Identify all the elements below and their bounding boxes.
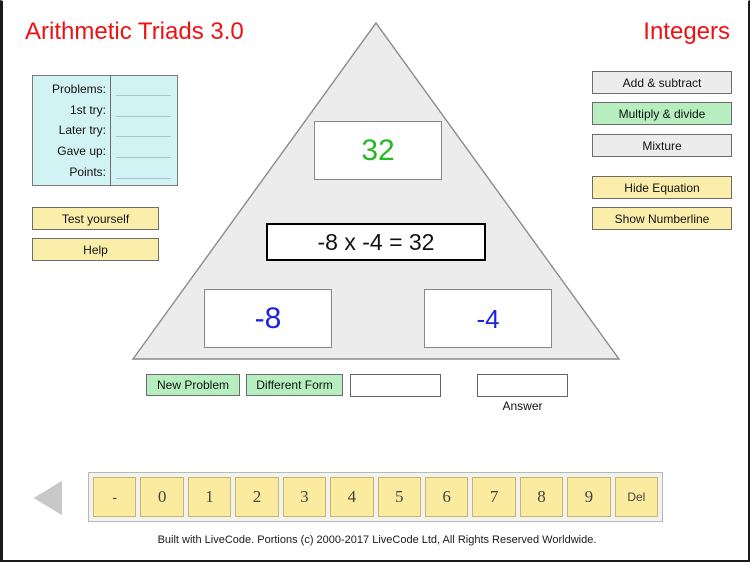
answer-label: Answer: [502, 399, 543, 413]
test-yourself-button[interactable]: Test yourself: [32, 207, 159, 230]
key-7[interactable]: 7: [472, 477, 516, 517]
triad-top-box[interactable]: 32: [314, 121, 442, 180]
mode-mixture-button[interactable]: Mixture: [592, 134, 732, 157]
key-0[interactable]: 0: [140, 477, 184, 517]
mode-title: Integers: [643, 18, 730, 45]
equation-text: -8 x -4 = 32: [317, 228, 435, 255]
key-6[interactable]: 6: [424, 477, 469, 517]
key-2[interactable]: 2: [235, 477, 279, 517]
stat-label-problems: Problems:: [51, 82, 106, 97]
stat-value-gave-up: [116, 144, 171, 159]
stat-value-problems: [116, 82, 171, 97]
hide-equation-button[interactable]: Hide Equation: [592, 176, 732, 199]
stat-label-gave-up: Gave up:: [57, 144, 106, 159]
stat-label-first-try: 1st try:: [69, 102, 106, 117]
key-1[interactable]: 1: [187, 477, 232, 517]
different-form-button[interactable]: Different Form: [246, 374, 343, 396]
key-9[interactable]: 9: [567, 477, 611, 517]
previous-arrow-fill-icon[interactable]: [34, 481, 62, 515]
mode-add-subtract-button[interactable]: Add & subtract: [592, 71, 732, 94]
stat-value-points: [116, 165, 171, 179]
equation-box: -8 x -4 = 32: [266, 223, 486, 261]
show-numberline-button[interactable]: Show Numberline: [592, 207, 732, 230]
triad-right-box[interactable]: -4: [424, 289, 552, 348]
key-delete[interactable]: Del: [614, 477, 659, 517]
stats-value-column: [111, 76, 177, 185]
stat-label-later-try: Later try:: [58, 123, 106, 138]
key-8[interactable]: 8: [519, 477, 564, 517]
keypad: - 0 1 2 3 4 5 6 7 8 9 Del: [88, 472, 663, 522]
work-input[interactable]: [350, 374, 441, 397]
page-title: Arithmetic Triads 3.0: [25, 18, 244, 45]
triad-top-value: 32: [361, 133, 395, 167]
footer-credit: Built with LiveCode. Portions (c) 2000-2…: [157, 534, 597, 546]
key-5[interactable]: 5: [377, 477, 421, 517]
answer-input[interactable]: [477, 374, 568, 397]
stats-label-column: Problems: 1st try: Later try: Gave up: P…: [33, 76, 111, 185]
stat-value-later-try: [116, 123, 171, 138]
triad-left-value: -8: [254, 301, 282, 335]
stats-panel: Problems: 1st try: Later try: Gave up: P…: [32, 75, 178, 186]
stat-value-first-try: [116, 103, 171, 117]
new-problem-button[interactable]: New Problem: [146, 374, 240, 396]
key-minus[interactable]: -: [93, 477, 137, 517]
triad-right-value: -4: [476, 303, 500, 334]
help-button[interactable]: Help: [32, 238, 159, 261]
mode-multiply-divide-button[interactable]: Multiply & divide: [592, 102, 732, 125]
app-window: Arithmetic Triads 3.0 Integers Problems:…: [0, 0, 750, 562]
stat-label-points: Points:: [69, 164, 106, 179]
key-4[interactable]: 4: [330, 477, 374, 517]
triad-left-box[interactable]: -8: [204, 289, 332, 348]
key-3[interactable]: 3: [282, 477, 327, 517]
